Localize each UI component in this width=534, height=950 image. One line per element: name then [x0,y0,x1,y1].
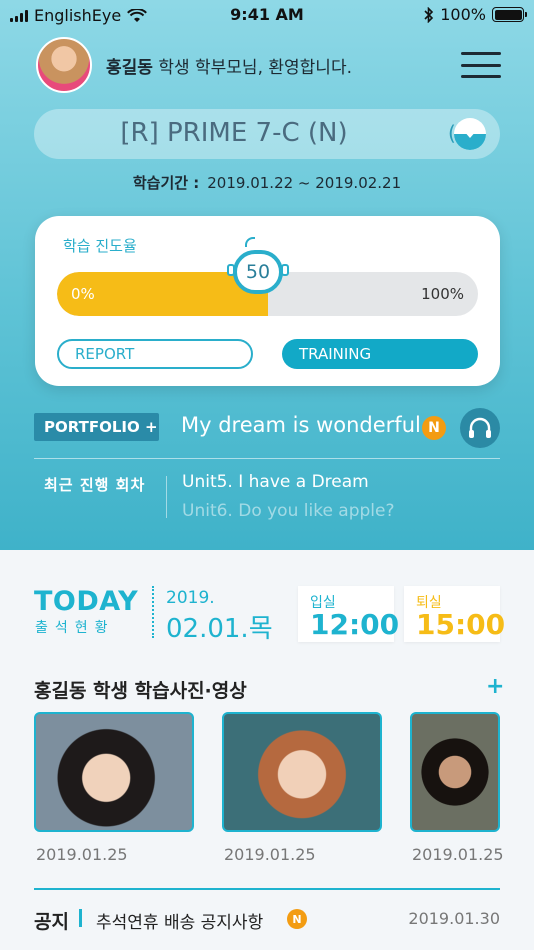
hamburger-menu-icon[interactable] [461,52,501,78]
card-buttons: REPORT TRAINING [57,339,478,369]
course-selector[interactable]: [R] PRIME 7-C (N) (7) [34,109,500,159]
photo-date: 2019.01.25 [36,845,128,864]
portfolio-button[interactable]: PORTFOLIO + [34,413,159,441]
progress-label: 학습 진도율 [63,237,137,255]
recent-label: 최근 진행 회차 [44,476,146,494]
photo-date: 2019.01.25 [412,845,504,864]
notice-separator [79,909,82,927]
unit-current[interactable]: Unit5. I have a Dream [182,472,369,492]
status-right: 100% [424,5,527,24]
antenna-icon [245,237,255,247]
checkout-box: 퇴실 15:00 [404,586,505,642]
photo-thumbnail[interactable] [222,712,382,832]
battery-percent: 100% [440,5,486,24]
progress-knob: 50 [233,250,283,294]
today-year: 2019. [166,588,215,608]
bluetooth-icon [424,6,434,23]
photo-thumbnail[interactable] [410,712,500,832]
today-date: 02.01.목 [166,614,273,644]
student-name: 홍길동 [106,58,153,78]
unit-next[interactable]: Unit6. Do you like apple? [182,501,395,521]
checkin-box: 입실 12:00 [298,586,399,642]
photo-thumbnail[interactable] [34,712,194,832]
progress-max: 100% [421,285,464,303]
vertical-divider [166,476,167,518]
welcome-text: 홍길동 학생 학부모님, 환영합니다. [106,53,352,78]
notice-new-badge: N [287,909,307,929]
photo-date: 2019.01.25 [224,845,316,864]
today-title: TODAY [34,586,139,617]
progress-min: 0% [71,285,95,303]
divider [34,458,500,459]
today-subtitle: 출석현황 [35,620,115,636]
period-label: 학습기간 : [132,174,200,192]
section-divider [34,888,500,890]
report-button[interactable]: REPORT [57,339,253,369]
welcome-suffix: 학생 학부모님, 환영합니다. [158,58,352,78]
checkout-time: 15:00 [416,608,506,641]
course-name: [R] PRIME 7-C (N) [120,118,348,148]
headphones-icon[interactable] [460,408,500,448]
status-bar: EnglishEye 9:41 AM 100% [0,0,534,30]
avatar[interactable] [36,37,92,93]
period-range: 2019.01.22 ~ 2019.02.21 [207,174,402,192]
battery-icon [492,7,527,22]
checkin-time: 12:00 [310,608,400,641]
notice-text[interactable]: 추석연휴 배송 공지사항 [96,908,263,933]
study-period: 학습기간 : 2019.01.22 ~ 2019.02.21 [0,172,534,193]
training-button[interactable]: TRAINING [282,339,478,369]
notice-date: 2019.01.30 [408,909,500,928]
photos-title: 홍길동 학생 학습사진·영상 [34,680,247,702]
progress-card: 학습 진도율 0% 100% 50 REPORT TRAINING [35,216,500,386]
add-photo-button[interactable]: + [486,674,504,699]
new-badge: N [422,416,446,440]
portfolio-title[interactable]: My dream is wonderful· [181,413,428,437]
notice-label: 공지 [34,911,69,933]
chevron-down-icon[interactable] [454,118,486,150]
dotted-divider [152,586,154,638]
